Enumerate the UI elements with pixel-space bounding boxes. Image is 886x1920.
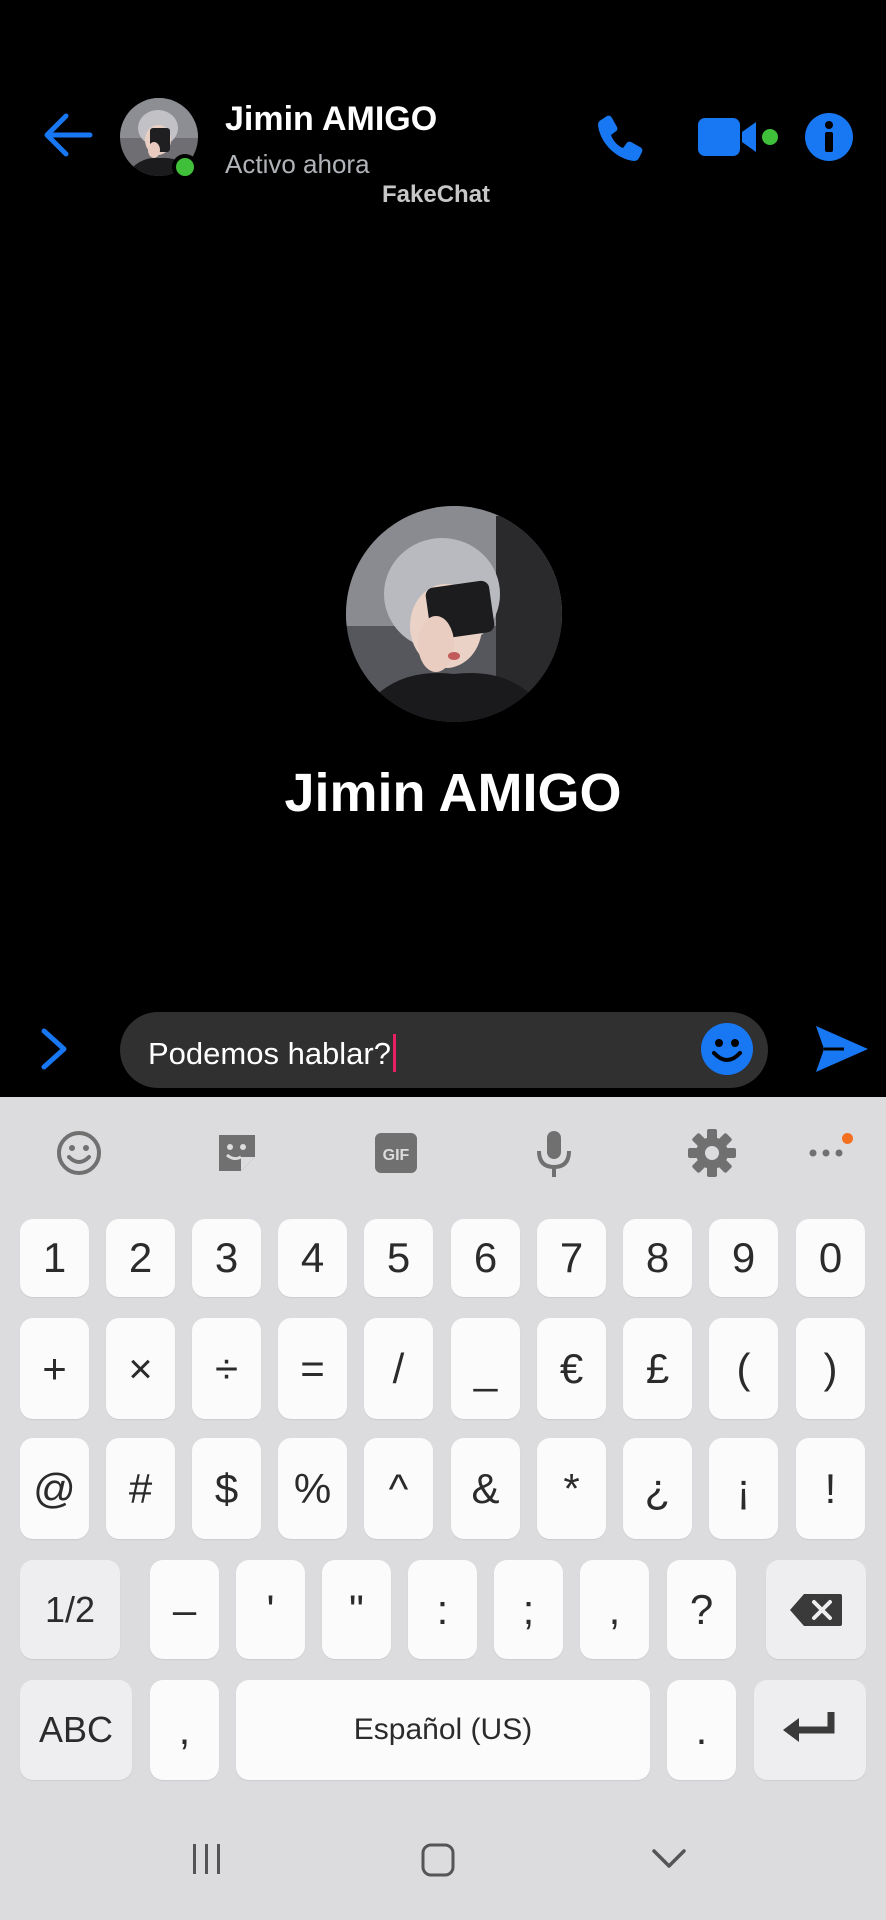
key[interactable]: + [20,1318,89,1419]
key[interactable]: " [322,1560,391,1659]
key[interactable]: ; [494,1560,563,1659]
symbols-page-toggle[interactable]: 1/2 [20,1560,120,1659]
key[interactable]: 3 [192,1219,261,1297]
key[interactable]: = [278,1318,347,1419]
app-watermark: FakeChat [382,181,491,208]
profile-avatar[interactable] [346,506,562,722]
key[interactable]: & [451,1438,520,1539]
key[interactable]: 6 [451,1219,520,1297]
emoji-icon[interactable] [700,1022,754,1076]
key[interactable]: € [537,1318,606,1419]
key[interactable]: – [150,1560,219,1659]
notification-dot [842,1133,853,1144]
profile-name: Jimin AMIGO [284,763,622,823]
key[interactable]: @ [20,1438,89,1539]
microphone-icon[interactable] [528,1127,580,1179]
text-caret [393,1034,396,1072]
key[interactable]: : [408,1560,477,1659]
video-call-icon[interactable] [694,112,778,162]
chat-header: Jimin AMIGO Activo ahora FakeChat [0,0,886,230]
hide-keyboard-chevron-icon[interactable] [650,1842,688,1876]
chevron-right-icon[interactable] [36,1026,72,1072]
key[interactable]: ) [796,1318,865,1419]
back-arrow-icon[interactable] [40,108,94,162]
gif-label: GIF [383,1147,410,1164]
key[interactable]: ! [796,1438,865,1539]
key[interactable]: 9 [709,1219,778,1297]
key[interactable]: $ [192,1438,261,1539]
backspace-key[interactable] [766,1560,866,1659]
key[interactable]: 5 [364,1219,433,1297]
settings-gear-icon[interactable] [686,1127,738,1179]
key[interactable]: * [537,1438,606,1539]
key[interactable]: 0 [796,1219,865,1297]
home-icon[interactable] [420,1842,456,1878]
keyboard-toolbar: GIF [0,1097,886,1207]
sticker-icon[interactable] [211,1127,263,1179]
key[interactable]: £ [623,1318,692,1419]
contact-status: Activo ahora [225,149,370,179]
key[interactable]: × [106,1318,175,1419]
key[interactable]: ^ [364,1438,433,1539]
enter-icon [783,1712,835,1742]
key[interactable]: % [278,1438,347,1539]
key[interactable]: # [106,1438,175,1539]
contact-name[interactable]: Jimin AMIGO [225,100,437,139]
message-text: Podemos hablar? [148,1036,391,1071]
message-input[interactable]: Podemos hablar? [120,1012,768,1088]
key[interactable]: ¿ [623,1438,692,1539]
key[interactable]: 7 [537,1219,606,1297]
key[interactable]: 2 [106,1219,175,1297]
gif-icon[interactable]: GIF [370,1127,422,1179]
key[interactable]: / [364,1318,433,1419]
key[interactable]: ? [667,1560,736,1659]
key[interactable]: ( [709,1318,778,1419]
recent-apps-icon[interactable] [190,1842,224,1876]
key[interactable]: 1 [20,1219,89,1297]
key[interactable]: 4 [278,1219,347,1297]
emoji-icon[interactable] [53,1127,105,1179]
key[interactable]: 8 [623,1219,692,1297]
key[interactable]: ¡ [709,1438,778,1539]
system-navigation-bar [0,1757,886,1920]
key[interactable]: , [580,1560,649,1659]
phone-call-icon[interactable] [592,110,648,166]
online-status-dot [172,154,198,180]
info-icon[interactable] [804,112,854,162]
send-icon[interactable] [814,1022,870,1076]
key[interactable]: _ [451,1318,520,1419]
key[interactable]: ÷ [192,1318,261,1419]
key[interactable]: ' [236,1560,305,1659]
backspace-icon [790,1593,842,1626]
